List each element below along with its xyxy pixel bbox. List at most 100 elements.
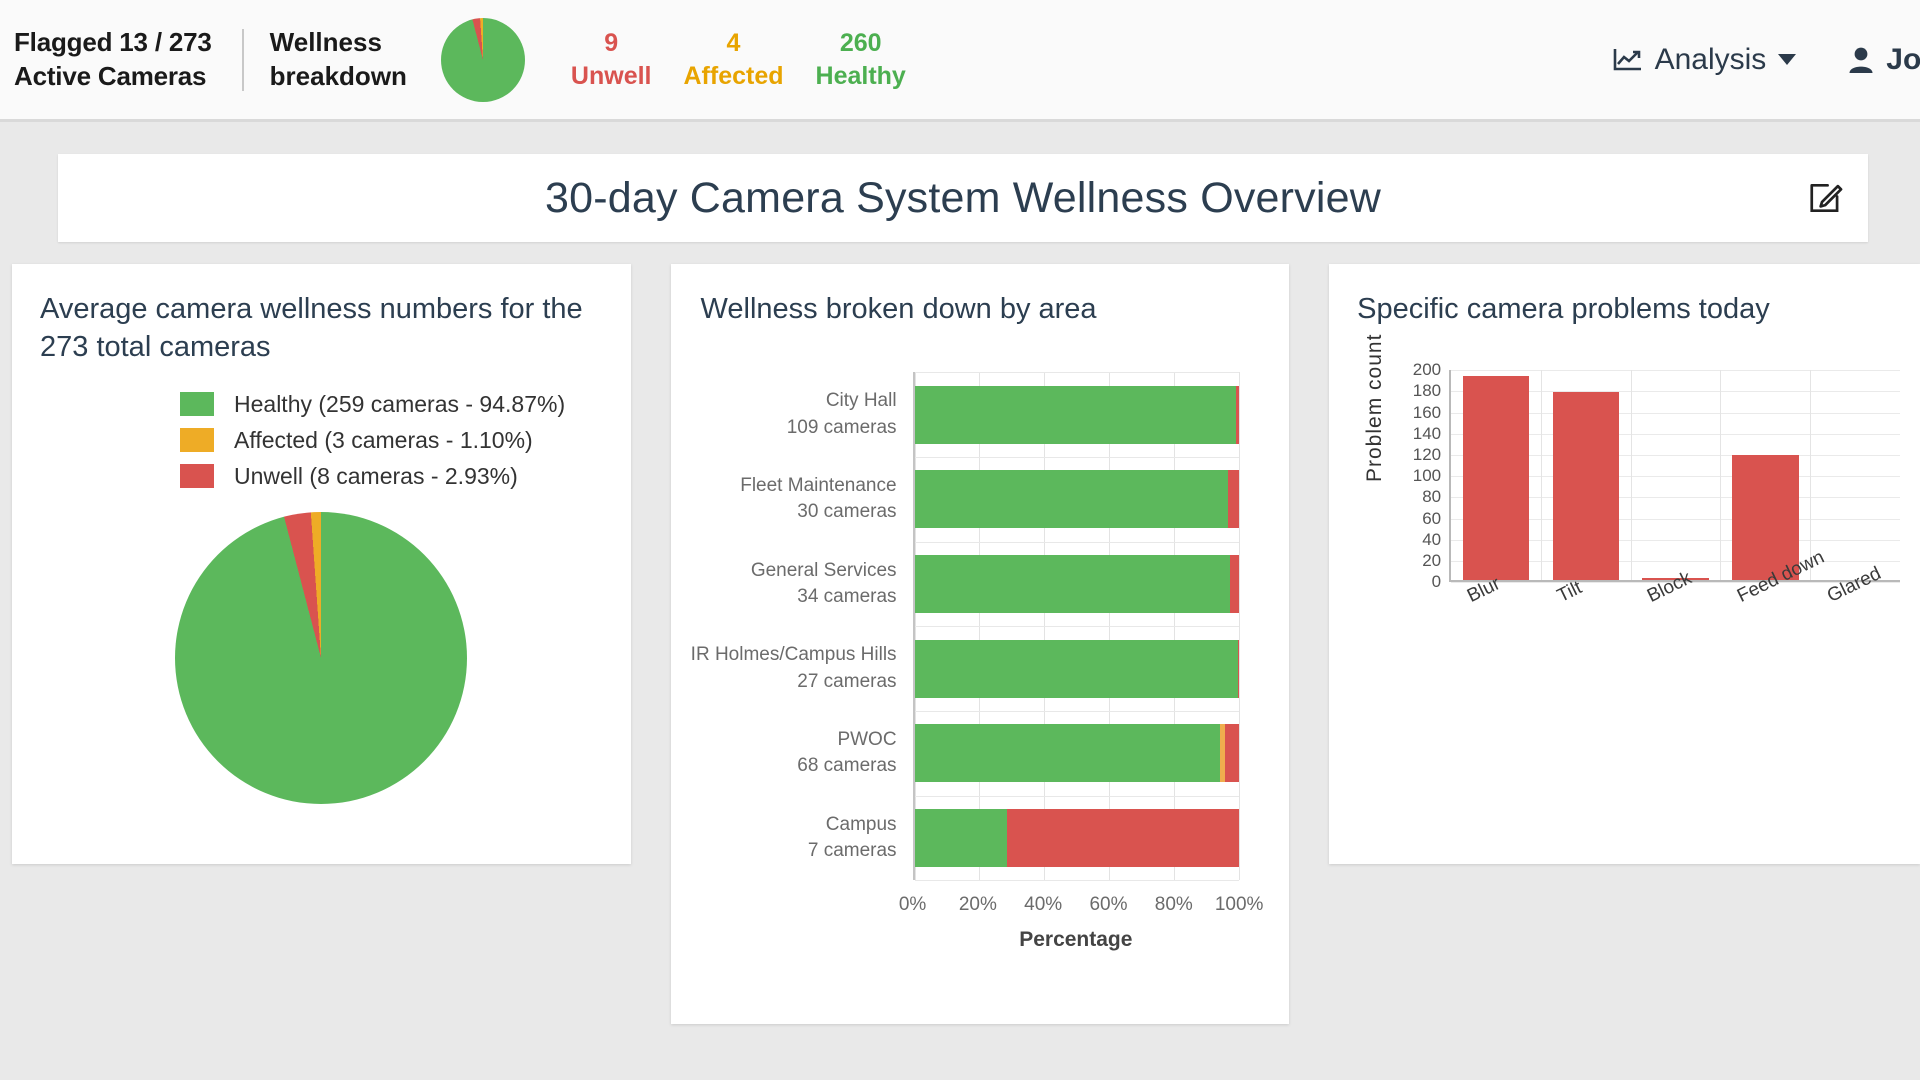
stat-unwell[interactable]: 9 Unwell <box>555 27 668 92</box>
area-bar-label: Fleet Maintenance 30 cameras <box>740 473 896 525</box>
area-bar-track <box>914 470 1240 529</box>
wellness-label-line2: breakdown <box>269 60 407 91</box>
y-tick-label: 120 <box>1412 445 1442 465</box>
area-bar-segment-unwell <box>1229 554 1240 613</box>
x-tick-label: 80% <box>1154 894 1193 916</box>
top-nav: Analysis Joe <box>1567 0 1920 119</box>
active-cameras-line: Active Cameras <box>14 60 207 91</box>
nav-user-label: Joe <box>1886 42 1920 76</box>
card-average-wellness-title: Average camera wellness numbers for the … <box>40 293 583 364</box>
problem-bar[interactable] <box>1462 375 1530 581</box>
y-tick-label: 140 <box>1412 423 1442 443</box>
legend-label-unwell: Unwell (8 cameras - 2.93%) <box>234 462 518 489</box>
stat-unwell-value: 9 <box>604 29 619 57</box>
area-bar-segment-unwell <box>1224 724 1240 783</box>
stat-healthy-label: Healthy <box>815 61 906 90</box>
area-bar-label: PWOC 68 cameras <box>797 727 896 779</box>
wellness-stat-group: 9 Unwell 4 Affected 260 Healthy <box>555 27 922 92</box>
legend-item-unwell[interactable]: Unwell (8 cameras - 2.93%) <box>180 463 603 490</box>
y-tick-label: 200 <box>1412 360 1442 380</box>
edit-pencil-icon[interactable] <box>1802 174 1850 222</box>
chevron-down-icon <box>1778 54 1797 65</box>
gridline-horizontal <box>1451 370 1900 372</box>
area-camera-count: 109 cameras <box>786 416 897 438</box>
area-bar-segment-unwell <box>1236 385 1240 444</box>
y-tick-label: 20 <box>1422 551 1442 571</box>
area-bar-row[interactable]: Campus 7 cameras <box>808 796 1240 881</box>
area-chart-x-axis: 0% 20% 40% 60% 80% 100% <box>899 888 1264 928</box>
x-tick-label: 0% <box>898 894 927 916</box>
y-tick-label: 100 <box>1412 466 1442 486</box>
area-bar-track <box>914 639 1240 698</box>
y-tick-label: 160 <box>1412 402 1442 422</box>
area-bar-row[interactable]: PWOC 68 cameras <box>797 711 1240 796</box>
area-bar-row[interactable]: Fleet Maintenance 30 cameras <box>740 457 1240 542</box>
area-camera-count: 34 cameras <box>797 585 897 607</box>
problem-bar[interactable] <box>1552 391 1619 581</box>
nav-analysis-label: Analysis <box>1654 42 1767 76</box>
stat-affected-label: Affected <box>683 61 784 90</box>
top-bar: Flagged 13 / 273 Active Cameras Wellness… <box>0 0 1920 122</box>
area-bar-label: General Services 34 cameras <box>751 558 897 610</box>
pie-chart-wrapper <box>40 511 603 804</box>
gridline-vertical <box>1239 372 1241 881</box>
legend-item-healthy[interactable]: Healthy (259 cameras - 94.87%) <box>180 391 603 418</box>
area-bar-track <box>914 554 1240 613</box>
area-camera-count: 7 cameras <box>807 839 897 861</box>
legend-item-affected[interactable]: Affected (3 cameras - 1.10%) <box>180 427 603 454</box>
y-tick-label: 60 <box>1422 508 1442 528</box>
pie-chart-icon <box>440 17 525 102</box>
card-specific-problems: Specific camera problems today Problem c… <box>1329 264 1920 864</box>
area-bar-segment-healthy <box>914 470 1229 529</box>
flagged-cameras-summary: Flagged 13 / 273 Active Cameras <box>14 26 212 93</box>
area-wellness-plot: City Hall 109 cameras Fleet Maintenance 30 … <box>691 372 1241 882</box>
stat-affected[interactable]: 4 Affected <box>668 27 800 92</box>
legend-swatch-unwell <box>180 464 214 489</box>
area-bar-segment-unwell <box>1237 639 1240 698</box>
area-bar-track <box>914 385 1240 444</box>
area-bar-track <box>914 724 1240 783</box>
card-wellness-by-area-title: Wellness broken down by area <box>700 293 1097 325</box>
area-name: General Services <box>750 559 897 581</box>
problems-chart-y-axis: 0 20 40 60 80 100 120 140 160 180 200 <box>1387 360 1442 591</box>
area-name: IR Holmes/Campus Hills <box>690 644 897 666</box>
area-bar-segment-healthy <box>914 724 1220 783</box>
y-tick-label: 40 <box>1422 529 1442 549</box>
stat-unwell-label: Unwell <box>570 61 652 90</box>
wellness-breakdown-label: Wellness breakdown <box>270 26 407 93</box>
area-camera-count: 30 cameras <box>797 501 897 523</box>
wellness-label-line1: Wellness <box>269 27 382 58</box>
area-chart-x-title: Percentage <box>1019 928 1133 952</box>
area-bar-segment-healthy <box>914 808 1008 867</box>
y-tick-label: 80 <box>1422 487 1442 507</box>
area-bar-segment-healthy <box>914 554 1230 613</box>
pie-legend: Healthy (259 cameras - 94.87%) Affected … <box>180 391 603 490</box>
area-wellness-chart: City Hall 109 cameras Fleet Maintenance 30 … <box>691 372 1264 951</box>
area-bar-row[interactable]: General Services 34 cameras <box>751 542 1240 627</box>
problems-chart: Problem count 0 20 40 60 80 100 120 140 160 180 20… <box>1357 334 1900 670</box>
area-bar-label: Campus 7 cameras <box>808 812 897 864</box>
dashboard-body: 30-day Camera System Wellness Overview A… <box>0 122 1920 1080</box>
area-bar-segment-unwell <box>1007 808 1240 867</box>
card-average-wellness: Average camera wellness numbers for the … <box>12 264 631 864</box>
area-bar-track <box>914 808 1240 867</box>
nav-user-menu[interactable]: Joe <box>1848 43 1920 77</box>
area-name: Fleet Maintenance <box>740 475 897 497</box>
area-bar-row[interactable]: City Hall 109 cameras <box>787 372 1240 457</box>
topbar-divider <box>241 28 244 91</box>
gridline-horizontal <box>914 880 1240 882</box>
wellness-pie-chart[interactable] <box>175 511 468 804</box>
gridline-vertical <box>1810 370 1812 581</box>
area-bar-row[interactable]: IR Holmes/Campus Hills 27 cameras <box>691 626 1240 711</box>
mini-wellness-pie <box>440 17 525 102</box>
charts-row: Average camera wellness numbers for the … <box>0 264 1920 1024</box>
stat-healthy[interactable]: 260 Healthy <box>800 27 922 92</box>
area-name: PWOC <box>837 729 897 751</box>
nav-analysis-dropdown[interactable]: Analysis <box>1613 43 1797 77</box>
legend-swatch-affected <box>180 428 214 453</box>
gridline-vertical <box>1630 370 1632 581</box>
stat-healthy-value: 260 <box>839 29 882 57</box>
line-chart-icon <box>1613 47 1643 73</box>
person-icon <box>1848 46 1874 74</box>
area-name: City Hall <box>825 390 897 412</box>
